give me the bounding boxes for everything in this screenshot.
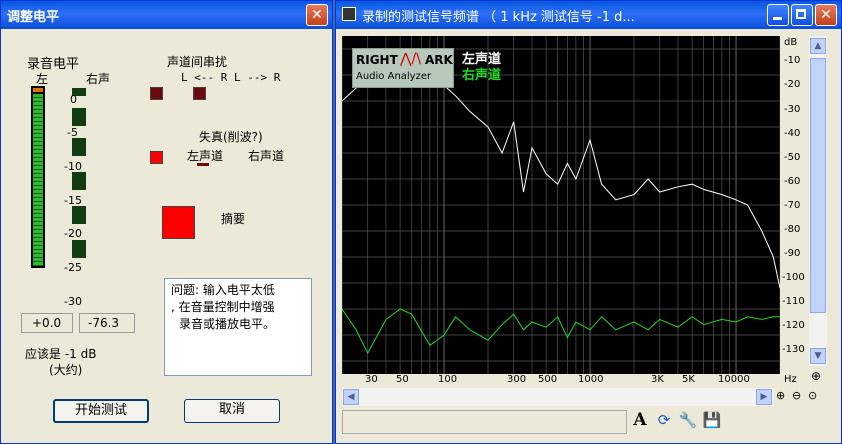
approx-text: (大约) xyxy=(49,363,83,377)
right-level-meter xyxy=(72,86,86,268)
toolbar: A ⟳ 🔧 💾 xyxy=(630,410,740,434)
zoom-out-icon[interactable]: ⊖ xyxy=(792,389,801,402)
start-test-button[interactable]: 开始测试 xyxy=(53,399,149,423)
freq-axis: 30 50 100 300 500 1000 3K 5K 10000 Hz xyxy=(342,374,812,388)
close-button[interactable]: ✕ xyxy=(306,4,328,26)
crosstalk-right-indicator xyxy=(193,87,206,100)
cancel-button[interactable]: 取消 xyxy=(184,399,280,423)
scroll-right-button[interactable]: ▶ xyxy=(756,389,772,405)
target-level-text: 应该是 -1 dB xyxy=(25,347,97,361)
crosstalk-left-indicator xyxy=(150,87,163,100)
db-unit: dB xyxy=(784,37,798,48)
maximize-button[interactable] xyxy=(791,4,813,26)
horizontal-scrollbar[interactable]: ◀ ▶ xyxy=(342,388,774,406)
scale-20: -20 xyxy=(64,227,82,240)
status-field xyxy=(342,410,627,434)
scroll-down-button[interactable]: ▼ xyxy=(810,348,826,364)
problem-line-2: , 在音量控制中增强 xyxy=(171,300,275,314)
scale-5: -5 xyxy=(67,126,78,139)
zoom-in-icon[interactable]: ⊕ xyxy=(776,389,785,402)
level-adjust-window: 调整电平 ✕ 录音电平 左 右声 0 -5 -10 -15 -20 -25 -3… xyxy=(0,0,333,444)
distortion-indicator xyxy=(150,151,163,164)
left-level-fill xyxy=(33,94,43,266)
spectrum-app-icon xyxy=(342,7,356,21)
save-icon[interactable]: 💾 xyxy=(702,410,722,430)
spectrum-close-button[interactable]: ✕ xyxy=(815,4,837,26)
minimize-button[interactable] xyxy=(767,4,789,26)
zoom-icon[interactable]: ⊕ xyxy=(811,369,821,383)
summary-label: 摘要 xyxy=(221,212,246,226)
title-bar[interactable]: 调整电平 ✕ xyxy=(1,1,332,29)
scroll-up-button[interactable]: ▲ xyxy=(810,38,826,54)
problem-message-box: 问题: 输入电平太低 , 在音量控制中增强 录音或播放电平。 xyxy=(164,278,312,376)
record-level-label: 录音电平 xyxy=(27,57,80,72)
scroll-left-button[interactable]: ◀ xyxy=(343,389,359,405)
scale-30: -30 xyxy=(64,295,82,308)
vertical-scrollbar[interactable]: ▲ ▼ xyxy=(809,36,827,366)
crosstalk-directions: L <-- R L --> R xyxy=(181,71,281,84)
scale-15: -15 xyxy=(64,194,82,207)
rightmark-logo: RIGHT ⋀/\ ARK Audio Analyzer xyxy=(352,48,454,88)
spectrum-title-bar[interactable]: 录制的测试信号频谱 （ 1 kHz 测试信号 -1 d... ✕ xyxy=(336,1,841,29)
problem-line-1: 问题: 输入电平太低 xyxy=(171,283,275,297)
zoom-fit-icon[interactable]: ⊙ xyxy=(808,389,817,402)
summary-indicator xyxy=(162,206,195,239)
font-icon[interactable]: A xyxy=(630,410,650,430)
distortion-title: 失真(削波?) xyxy=(199,130,263,144)
left-level-peak xyxy=(33,88,43,92)
scroll-thumb[interactable] xyxy=(810,58,826,313)
scale-25: -25 xyxy=(64,261,82,274)
distortion-left-label: 左声道 xyxy=(187,149,224,163)
spectrum-window-title: 录制的测试信号频谱 （ 1 kHz 测试信号 -1 d... xyxy=(362,10,635,25)
scale-10: -10 xyxy=(64,160,82,173)
right-meter-label: 右声 xyxy=(86,72,111,86)
scale-0: 0 xyxy=(70,93,77,106)
refresh-icon[interactable]: ⟳ xyxy=(654,410,674,430)
distortion-left-bar xyxy=(197,163,209,166)
db-axis: dB -10 -20 -30 -40 -50 -60 -70 -80 -90 -… xyxy=(781,36,809,374)
left-meter-label: 左 xyxy=(36,72,49,86)
left-level-meter xyxy=(31,86,45,268)
settings-wrench-icon[interactable]: 🔧 xyxy=(678,410,698,430)
window-title: 调整电平 xyxy=(7,10,60,25)
series-right-channel xyxy=(342,308,780,355)
series-left-channel xyxy=(342,64,780,289)
problem-line-3: 录音或播放电平。 xyxy=(179,317,276,331)
right-level-value: -76.3 xyxy=(79,313,135,333)
legend-right-channel: 右声道 xyxy=(462,68,502,83)
crosstalk-title: 声道间串扰 xyxy=(167,55,228,69)
left-level-value: +0.0 xyxy=(21,313,73,333)
distortion-right-label: 右声道 xyxy=(248,149,285,163)
